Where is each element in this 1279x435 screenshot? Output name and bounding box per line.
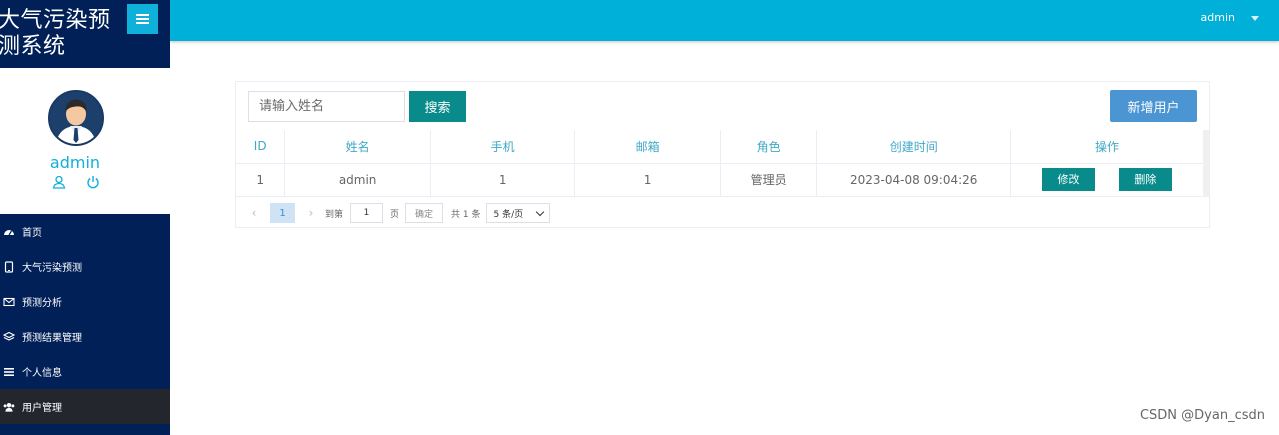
column-header-email: 邮箱 — [574, 130, 721, 164]
page-size-select[interactable]: 5 条/页 — [486, 203, 551, 223]
layers-icon — [3, 331, 15, 343]
sidebar-item-prediction[interactable]: 大气污染预测 — [0, 249, 170, 284]
delete-button[interactable]: 删除 — [1118, 168, 1172, 191]
column-header-id: ID — [236, 130, 286, 164]
table-header-row: ID 姓名 手机 邮箱 角色 创建时间 操作 — [236, 130, 1209, 164]
next-page-icon[interactable]: › — [301, 203, 321, 223]
envelope-icon — [3, 296, 15, 308]
hamburger-icon — [136, 13, 149, 25]
avatar — [48, 90, 104, 146]
column-header-phone: 手机 — [430, 130, 576, 164]
menu-toggle-button[interactable] — [127, 4, 158, 34]
total-count: 共 1 条 — [451, 209, 481, 220]
search-input[interactable] — [248, 91, 405, 122]
top-user-menu[interactable]: admin — [1201, 11, 1235, 24]
page-number-current[interactable]: 1 — [270, 203, 295, 223]
user-management-panel: 搜索 新增用户 ID 姓名 手机 邮箱 角色 创建时间 操作 1 admin 1… — [235, 81, 1210, 228]
watermark: CSDN @Dyan_csdn — [1139, 408, 1265, 423]
sidebar-item-label: 用户管理 — [22, 403, 62, 414]
search-button[interactable]: 搜索 — [409, 91, 466, 122]
caret-down-icon[interactable] — [1251, 16, 1259, 21]
goto-prefix-label: 到第 — [325, 209, 344, 220]
add-user-button[interactable]: 新增用户 — [1110, 90, 1197, 122]
goto-page-input[interactable]: 1 — [350, 203, 384, 223]
users-table: ID 姓名 手机 邮箱 角色 创建时间 操作 1 admin 1 1 管理员 2… — [236, 130, 1209, 197]
sidebar-item-home[interactable]: 首页 — [0, 214, 170, 249]
sidebar-item-label: 个人信息 — [22, 368, 62, 379]
top-bar: admin — [170, 0, 1279, 41]
cell-actions: 修改 删除 — [1010, 163, 1209, 197]
goto-confirm-button[interactable]: 确定 — [405, 203, 444, 223]
sidebar-item-label: 大气污染预测 — [22, 263, 82, 274]
sidebar-item-label: 首页 — [22, 228, 42, 239]
sidebar-item-label: 预测结果管理 — [22, 333, 82, 344]
goto-suffix-label: 页 — [390, 209, 400, 220]
sidebar-nav: 首页 大气污染预测 预测分析 预测结果管理 个人信息 用户管理 — [0, 214, 170, 424]
sidebar: 大气污染预测系统 admin 首页 大气污染预测 预测分析 预测结果管理 个人信… — [0, 0, 170, 435]
dashboard-icon — [3, 226, 15, 238]
prev-page-icon[interactable]: ‹ — [244, 203, 264, 223]
sidebar-item-label: 预测分析 — [22, 298, 62, 309]
list-icon — [3, 366, 15, 378]
cell-created: 2023-04-08 09:04:26 — [816, 163, 1011, 197]
cell-id: 1 — [236, 163, 286, 197]
column-header-role: 角色 — [720, 130, 818, 164]
column-header-name: 姓名 — [284, 130, 431, 164]
user-profile: admin — [0, 68, 170, 214]
sidebar-item-profile[interactable]: 个人信息 — [0, 354, 170, 389]
sidebar-item-users[interactable]: 用户管理 — [0, 389, 170, 424]
cell-role: 管理员 — [720, 163, 818, 197]
brand: 大气污染预测系统 — [0, 0, 170, 68]
app-title: 大气污染预测系统 — [0, 8, 111, 59]
profile-name: admin — [49, 153, 101, 172]
profile-actions — [52, 174, 100, 189]
chevron-down-icon — [536, 207, 545, 216]
power-icon[interactable] — [86, 174, 100, 189]
pagination: ‹ 1 › 到第 1 页 确定 共 1 条 5 条/页 — [244, 203, 551, 223]
table-row: 1 admin 1 1 管理员 2023-04-08 09:04:26 修改 删… — [236, 163, 1209, 197]
users-icon — [3, 401, 15, 413]
sidebar-item-results[interactable]: 预测结果管理 — [0, 319, 170, 354]
user-icon[interactable] — [52, 174, 66, 189]
sidebar-item-analysis[interactable]: 预测分析 — [0, 284, 170, 319]
edit-button[interactable]: 修改 — [1042, 168, 1096, 191]
cell-email: 1 — [574, 163, 721, 197]
column-header-actions: 操作 — [1010, 130, 1209, 164]
cell-phone: 1 — [430, 163, 576, 197]
column-header-created: 创建时间 — [816, 130, 1011, 164]
page-size-value: 5 条/页 — [493, 209, 524, 220]
tablet-icon — [3, 260, 15, 273]
cell-name: admin — [284, 163, 431, 197]
